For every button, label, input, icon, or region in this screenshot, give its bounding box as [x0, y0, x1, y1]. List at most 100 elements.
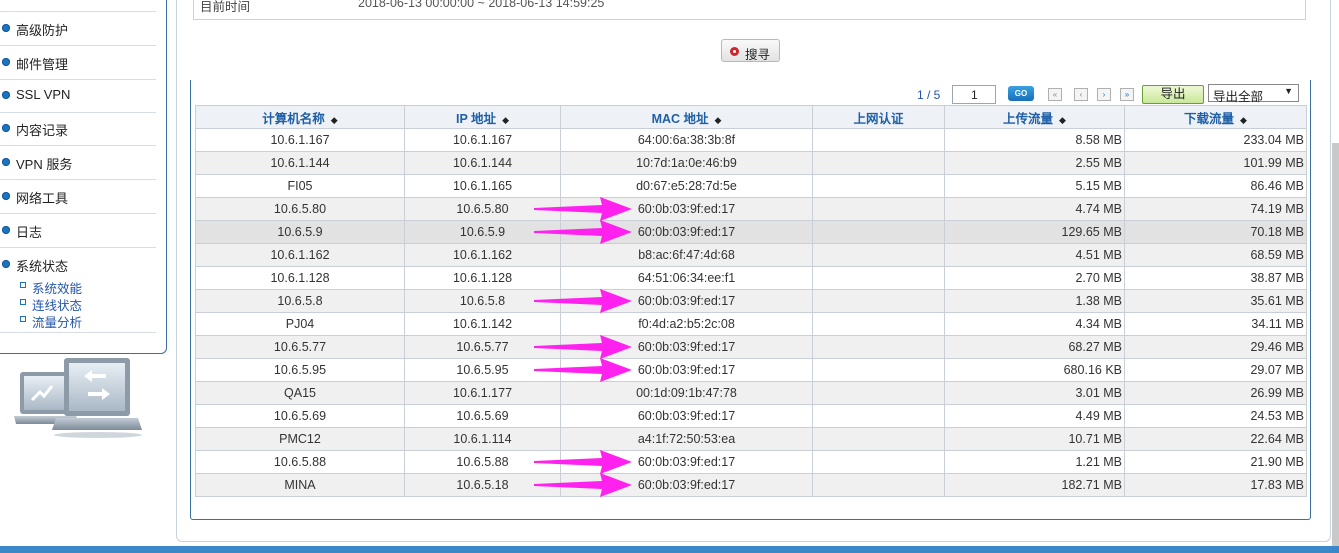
cell-upload: 5.15 MB [944, 174, 1125, 198]
table-row[interactable]: QA15 10.6.1.177 00:1d:09:1b:47:78 3.01 MB 26… [195, 381, 1307, 405]
cell-download: 70.18 MB [1124, 220, 1307, 244]
cell-mac: 60:0b:03:9f:ed:17 [560, 358, 813, 382]
col-header-mac[interactable]: MAC 地址 ◆ [560, 105, 813, 129]
cell-auth [812, 473, 945, 497]
cell-ip: 10.6.1.128 [404, 266, 561, 290]
sidebar-item-advanced-protection[interactable]: 高级防护 [0, 12, 156, 46]
sidebar-item-label: 系统状态 [16, 259, 69, 274]
time-range-value: 2018-06-13 00:00:00 ~ 2018-06-13 14:59:2… [358, 0, 605, 10]
export-button[interactable]: 导出 [1142, 85, 1204, 104]
sidebar-item-ssl-vpn[interactable]: SSL VPN [0, 79, 156, 113]
sidebar-item-system-status[interactable]: 系统状态 系统效能 连线状态 流量分析 [0, 248, 156, 333]
right-icon[interactable]: › [1097, 88, 1111, 101]
cell-download: 22.64 MB [1124, 427, 1307, 451]
sidebar-item-network-tools[interactable]: 网络工具 [0, 180, 156, 214]
cell-upload: 1.21 MB [944, 450, 1125, 474]
table-row[interactable]: FI05 10.6.1.165 d0:67:e5:28:7d:5e 5.15 MB 86… [195, 174, 1307, 198]
table-row[interactable]: PJ04 10.6.1.142 f0:4d:a2:b5:2c:08 4.34 MB 34… [195, 312, 1307, 336]
cell-mac: 60:0b:03:9f:ed:17 [560, 473, 813, 497]
sort-icon: ◆ [1240, 114, 1247, 125]
table-row[interactable]: 10.6.5.77 10.6.5.77 60:0b:03:9f:ed:17 68.27… [195, 335, 1307, 359]
sidebar-item-log[interactable]: 日志 [0, 214, 156, 248]
sidebar-item-label: 网络工具 [16, 191, 69, 206]
go-button[interactable]: GO [1008, 86, 1034, 101]
network-laptops-icon [14, 358, 142, 438]
double-left-icon[interactable]: « [1048, 88, 1062, 101]
cell-download: 86.46 MB [1124, 174, 1307, 198]
cell-mac: 60:0b:03:9f:ed:17 [560, 220, 813, 244]
cell-download: 38.87 MB [1124, 266, 1307, 290]
col-header-upload[interactable]: 上传流量 ◆ [944, 105, 1125, 129]
cell-computer-name: 10.6.1.144 [195, 151, 405, 175]
cell-auth [812, 289, 945, 313]
table-row[interactable]: 10.6.1.128 10.6.1.128 64:51:06:34:ee:f1 2.7… [195, 266, 1307, 290]
sort-icon: ◆ [330, 114, 338, 125]
sidebar-item-partial[interactable] [0, 0, 156, 12]
cell-auth [812, 358, 945, 382]
cell-auth [812, 404, 945, 428]
cell-upload: 4.49 MB [944, 404, 1125, 428]
cell-computer-name: 10.6.5.88 [195, 450, 405, 474]
square-bullet-icon [20, 282, 26, 288]
bullet-icon [2, 24, 10, 32]
cell-mac: 64:51:06:34:ee:f1 [560, 266, 813, 290]
cell-ip: 10.6.5.18 [404, 473, 561, 497]
header-label: MAC 地址 [651, 111, 709, 126]
table-row[interactable]: 10.6.5.9 10.6.5.9 60:0b:03:9f:ed:17 129.65 … [195, 220, 1307, 244]
cell-upload: 4.74 MB [944, 197, 1125, 221]
search-button-label: 搜寻 [745, 48, 771, 62]
col-header-computer-name[interactable]: 计算机名称 ◆ [195, 105, 405, 129]
page-number-input[interactable] [952, 85, 996, 104]
sidebar-item-vpn-service[interactable]: VPN 服务 [0, 146, 156, 180]
sidebar-item-label: SSL VPN [16, 87, 71, 102]
double-right-icon[interactable]: » [1120, 88, 1134, 101]
cell-upload: 8.58 MB [944, 128, 1125, 152]
header-label: 上传流量 [1003, 111, 1054, 126]
cell-download: 29.07 MB [1124, 358, 1307, 382]
table-row[interactable]: 10.6.1.167 10.6.1.167 64:00:6a:38:3b:8f 8.5… [195, 128, 1307, 152]
cell-ip: 10.6.5.77 [404, 335, 561, 359]
sort-icon: ◆ [502, 114, 509, 125]
sidebar-item-content-record[interactable]: 内容记录 [0, 112, 156, 146]
export-scope-select[interactable]: 导出全部 ▼ [1208, 84, 1299, 104]
header-label: 下载流量 [1184, 111, 1235, 126]
table-row[interactable]: 10.6.5.69 10.6.5.69 60:0b:03:9f:ed:17 4.49 … [195, 404, 1307, 428]
cell-auth [812, 128, 945, 152]
cell-ip: 10.6.5.8 [404, 289, 561, 313]
sidebar-item-mail-management[interactable]: 邮件管理 [0, 46, 156, 80]
table-row[interactable]: MINA 10.6.5.18 60:0b:03:9f:ed:17 182.71 MB 1… [195, 473, 1307, 497]
table-header-row: 计算机名称 ◆ IP 地址 ◆ MAC 地址 ◆ 上网认证 上传流量 ◆ 下载流量 ◆ [195, 105, 1307, 129]
header-label: IP 地址 [456, 111, 497, 126]
table-row[interactable]: 10.6.5.88 10.6.5.88 60:0b:03:9f:ed:17 1.21 … [195, 450, 1307, 474]
cell-ip: 10.6.5.88 [404, 450, 561, 474]
table-row[interactable]: 10.6.5.95 10.6.5.95 60:0b:03:9f:ed:17 680.1… [195, 358, 1307, 382]
cell-mac: 60:0b:03:9f:ed:17 [560, 335, 813, 359]
cell-upload: 1.38 MB [944, 289, 1125, 313]
cell-computer-name: 10.6.1.167 [195, 128, 405, 152]
cell-auth [812, 151, 945, 175]
left-icon[interactable]: ‹ [1074, 88, 1088, 101]
table-row[interactable]: 10.6.1.162 10.6.1.162 b8:ac:6f:47:4d:68 4.5… [195, 243, 1307, 267]
cell-mac: 60:0b:03:9f:ed:17 [560, 289, 813, 313]
cell-mac: 60:0b:03:9f:ed:17 [560, 404, 813, 428]
cell-download: 29.46 MB [1124, 335, 1307, 359]
col-header-ip[interactable]: IP 地址 ◆ [404, 105, 561, 129]
cell-ip: 10.6.1.142 [404, 312, 561, 336]
table-row[interactable]: 10.6.5.8 10.6.5.8 60:0b:03:9f:ed:17 1.38 MB… [195, 289, 1307, 313]
sidebar-item-label: VPN 服务 [16, 157, 73, 172]
page-info: 1 / 5 [917, 88, 941, 102]
cell-computer-name: 10.6.5.95 [195, 358, 405, 382]
table-row[interactable]: PMC12 10.6.1.114 a4:1f:72:50:53:ea 10.71 MB… [195, 427, 1307, 451]
cell-upload: 10.71 MB [944, 427, 1125, 451]
sidebar-item-label: 高级防护 [16, 23, 69, 38]
search-button[interactable]: 搜寻 [721, 39, 780, 62]
cell-ip: 10.6.1.167 [404, 128, 561, 152]
sort-icon: ◆ [1059, 114, 1066, 125]
cell-download: 35.61 MB [1124, 289, 1307, 313]
table-row[interactable]: 10.6.1.144 10.6.1.144 10:7d:1a:0e:46:b9 2.5… [195, 151, 1307, 175]
table-row[interactable]: 10.6.5.80 10.6.5.80 60:0b:03:9f:ed:17 4.74 … [195, 197, 1307, 221]
bullet-icon [2, 158, 10, 166]
sort-icon: ◆ [714, 114, 722, 125]
scrollbar[interactable] [1332, 143, 1339, 548]
col-header-download[interactable]: 下载流量 ◆ [1124, 105, 1307, 129]
